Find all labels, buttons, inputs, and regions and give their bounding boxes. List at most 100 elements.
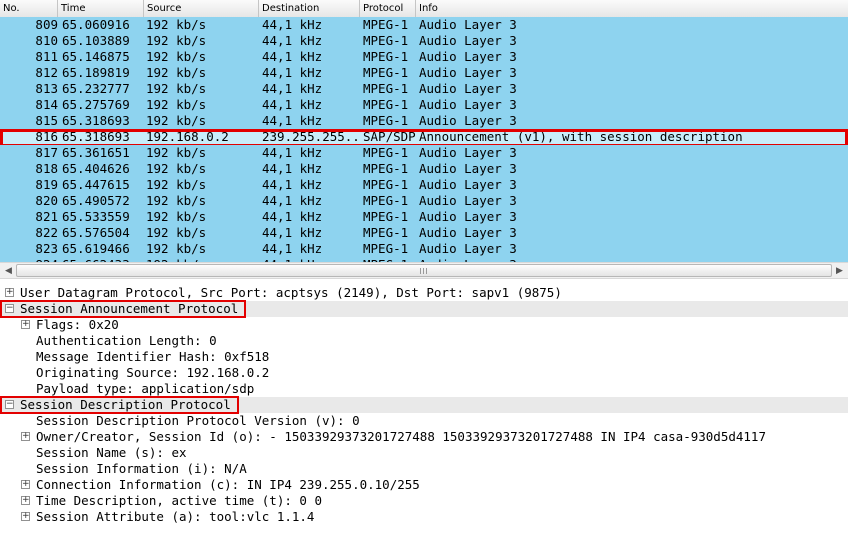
- packet-destination: 44,1 kHz: [262, 49, 323, 64]
- packet-time: 65.533559: [62, 209, 130, 224]
- tree-item[interactable]: − Session Announcement Protocol: [0, 300, 848, 318]
- packet-info: Audio Layer 3: [419, 161, 517, 176]
- packet-row[interactable]: 822 65.576504 192 kb/s 44,1 kHz MPEG-1 Audio …: [0, 225, 848, 241]
- packet-source: 192 kb/s: [146, 161, 207, 176]
- tree-item[interactable]: Session Name (s): ex: [0, 445, 848, 461]
- packet-info: Audio Layer 3: [419, 225, 517, 240]
- expand-icon[interactable]: +: [21, 320, 30, 329]
- expand-icon[interactable]: +: [21, 512, 30, 521]
- tree-item-label: Session Description Protocol: [20, 397, 231, 412]
- packet-time: 65.232777: [62, 81, 130, 96]
- packet-destination: 44,1 kHz: [262, 193, 323, 208]
- packet-row[interactable]: 823 65.619466 192 kb/s 44,1 kHz MPEG-1 Audio …: [0, 241, 848, 257]
- packet-number: 819: [35, 177, 58, 192]
- packet-row[interactable]: 809 65.060916 192 kb/s 44,1 kHz MPEG-1 Audio …: [0, 17, 848, 33]
- tree-item[interactable]: Authentication Length: 0: [0, 333, 848, 349]
- right-arrow-icon[interactable]: ▶: [832, 264, 847, 278]
- packet-row[interactable]: 811 65.146875 192 kb/s 44,1 kHz MPEG-1 Audio …: [0, 49, 848, 65]
- packet-source: 192 kb/s: [146, 113, 207, 128]
- packet-source: 192 kb/s: [146, 33, 207, 48]
- column-header-info[interactable]: Info: [416, 0, 848, 17]
- packet-time: 65.275769: [62, 97, 130, 112]
- packet-row[interactable]: 810 65.103889 192 kb/s 44,1 kHz MPEG-1 Audio …: [0, 33, 848, 49]
- packet-info: Audio Layer 3: [419, 113, 517, 128]
- packet-number: 811: [35, 49, 58, 64]
- packet-row[interactable]: 821 65.533559 192 kb/s 44,1 kHz MPEG-1 Audio …: [0, 209, 848, 225]
- packet-row[interactable]: 817 65.361651 192 kb/s 44,1 kHz MPEG-1 Audio …: [0, 145, 848, 161]
- tree-item-label: Connection Information (c): IN IP4 239.2…: [36, 477, 420, 492]
- packet-destination: 239.255.255..: [262, 129, 360, 144]
- tree-item[interactable]: Session Description Protocol Version (v)…: [0, 413, 848, 429]
- expand-icon[interactable]: +: [21, 480, 30, 489]
- tree-item[interactable]: + Session Attribute (a): tool:vlc 1.1.4: [0, 509, 848, 525]
- packet-number: 822: [35, 225, 58, 240]
- packet-info: Audio Layer 3: [419, 97, 517, 112]
- horizontal-scrollbar[interactable]: ◀ ▶: [0, 262, 848, 279]
- tree-item-label: Flags: 0x20: [36, 317, 119, 332]
- scrollbar-thumb[interactable]: [16, 264, 832, 277]
- tree-item[interactable]: + Owner/Creator, Session Id (o): - 150339…: [0, 429, 848, 445]
- packet-source: 192 kb/s: [146, 145, 207, 160]
- expand-icon[interactable]: +: [5, 288, 14, 297]
- packet-destination: 44,1 kHz: [262, 225, 323, 240]
- packet-protocol: MPEG-1: [363, 161, 409, 176]
- tree-item[interactable]: + Connection Information (c): IN IP4 239.…: [0, 477, 848, 493]
- packet-destination: 44,1 kHz: [262, 241, 323, 256]
- packet-number: 818: [35, 161, 58, 176]
- column-header-destination[interactable]: Destination: [259, 0, 360, 17]
- packet-number: 816: [35, 129, 58, 144]
- tree-item[interactable]: + User Datagram Protocol, Src Port: acpts…: [0, 285, 848, 301]
- tree-item-label: Session Information (i): N/A: [36, 461, 247, 476]
- column-header-source[interactable]: Source: [144, 0, 259, 17]
- packet-row[interactable]: 820 65.490572 192 kb/s 44,1 kHz MPEG-1 Audio …: [0, 193, 848, 209]
- packet-details-pane[interactable]: + User Datagram Protocol, Src Port: acpts…: [0, 285, 848, 536]
- packet-protocol: MPEG-1: [363, 145, 409, 160]
- tree-item-label: Owner/Creator, Session Id (o): - 1503392…: [36, 429, 766, 444]
- tree-item[interactable]: Message Identifier Hash: 0xf518: [0, 349, 848, 365]
- collapse-icon[interactable]: −: [5, 304, 14, 313]
- packet-destination: 44,1 kHz: [262, 97, 323, 112]
- column-header-protocol[interactable]: Protocol: [360, 0, 416, 17]
- packet-row[interactable]: 815 65.318693 192 kb/s 44,1 kHz MPEG-1 Audio …: [0, 113, 848, 129]
- tree-item[interactable]: − Session Description Protocol: [0, 396, 848, 414]
- collapse-icon[interactable]: −: [5, 400, 14, 409]
- packet-source: 192 kb/s: [146, 177, 207, 192]
- packet-time: 65.189819: [62, 65, 130, 80]
- packet-info: Audio Layer 3: [419, 81, 517, 96]
- packet-number: 814: [35, 97, 58, 112]
- expand-icon[interactable]: +: [21, 432, 30, 441]
- left-arrow-icon[interactable]: ◀: [1, 264, 16, 278]
- packet-row-selected[interactable]: 816 65.318693 192.168.0.2 239.255.255.. SAP/…: [0, 129, 848, 147]
- column-header: No. Time Source Destination Protocol Inf…: [0, 0, 848, 18]
- tree-item[interactable]: + Time Description, active time (t): 0 0: [0, 493, 848, 509]
- tree-item[interactable]: + Flags: 0x20: [0, 317, 848, 333]
- packet-time: 65.060916: [62, 17, 130, 32]
- tree-item[interactable]: Session Information (i): N/A: [0, 461, 848, 477]
- packet-protocol: MPEG-1: [363, 177, 409, 192]
- packet-time: 65.103889: [62, 33, 130, 48]
- packet-number: 810: [35, 33, 58, 48]
- packet-source: 192 kb/s: [146, 225, 207, 240]
- expand-icon[interactable]: +: [21, 496, 30, 505]
- packet-number: 823: [35, 241, 58, 256]
- packet-info: Audio Layer 3: [419, 145, 517, 160]
- tree-item[interactable]: Payload type: application/sdp: [0, 381, 848, 397]
- packet-row[interactable]: 814 65.275769 192 kb/s 44,1 kHz MPEG-1 Audio …: [0, 97, 848, 113]
- tree-item-label: Session Attribute (a): tool:vlc 1.1.4: [36, 509, 315, 524]
- packet-number: 815: [35, 113, 58, 128]
- packet-destination: 44,1 kHz: [262, 81, 323, 96]
- tree-item-label: Session Description Protocol Version (v)…: [36, 413, 360, 428]
- packet-row[interactable]: 812 65.189819 192 kb/s 44,1 kHz MPEG-1 Audio …: [0, 65, 848, 81]
- packet-protocol: MPEG-1: [363, 49, 409, 64]
- column-header-no[interactable]: No.: [0, 0, 58, 17]
- packet-list-pane[interactable]: No. Time Source Destination Protocol Inf…: [0, 0, 848, 262]
- tree-item-label: Time Description, active time (t): 0 0: [36, 493, 322, 508]
- tree-item[interactable]: Originating Source: 192.168.0.2: [0, 365, 848, 381]
- packet-row[interactable]: 819 65.447615 192 kb/s 44,1 kHz MPEG-1 Audio …: [0, 177, 848, 193]
- packet-source: 192 kb/s: [146, 97, 207, 112]
- packet-row[interactable]: 813 65.232777 192 kb/s 44,1 kHz MPEG-1 Audio …: [0, 81, 848, 97]
- packet-number: 812: [35, 65, 58, 80]
- column-header-time[interactable]: Time: [58, 0, 144, 17]
- packet-row[interactable]: 818 65.404626 192 kb/s 44,1 kHz MPEG-1 Audio …: [0, 161, 848, 177]
- packet-time: 65.447615: [62, 177, 130, 192]
